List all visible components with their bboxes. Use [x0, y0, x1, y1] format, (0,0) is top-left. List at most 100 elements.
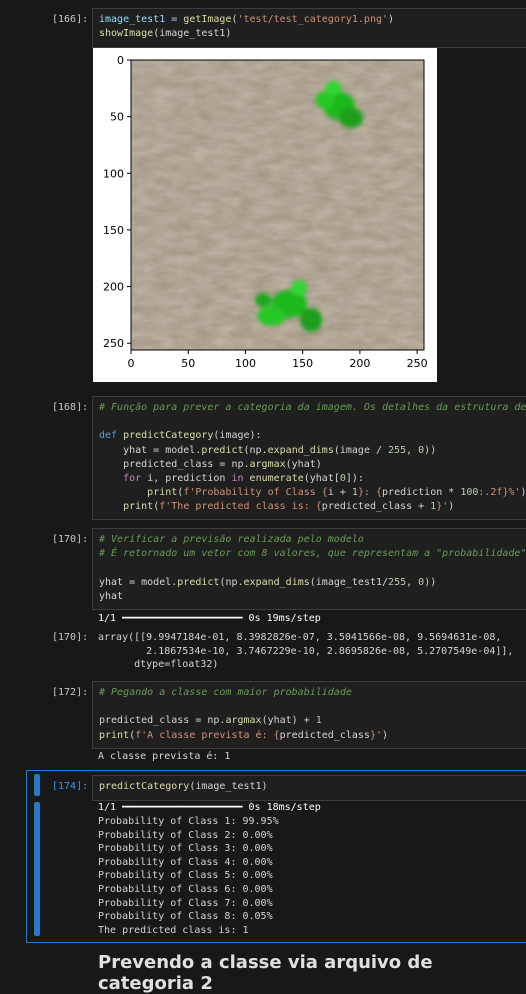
code-token: prediction *: [382, 487, 461, 499]
x-tick-label: 100: [235, 357, 256, 370]
y-tick-label: 50: [110, 111, 124, 124]
code-token: 100: [460, 487, 479, 499]
output-line: Probability of Class 3: 0.00%: [98, 843, 273, 855]
code-token: ): [520, 487, 526, 499]
code-token: :.2f}%': [478, 487, 521, 499]
code-token: expand_dims: [267, 444, 334, 456]
code-token: 255: [388, 576, 407, 588]
markdown-heading: Prevendo a classe via arquivo de categor…: [98, 952, 433, 994]
code-token: ): [388, 14, 395, 25]
code-line: yhat = model.predict(np.expand_dims(imag…: [99, 444, 521, 458]
code-token: (image /: [333, 444, 389, 456]
code-editor[interactable]: # Pegando a classe com maior probabilida…: [92, 681, 526, 749]
stdout-output: Probability of Class 1: 99.95% Probabilit…: [98, 815, 279, 937]
code-line: def predictCategory(image):: [99, 429, 521, 443]
code-token: f'A classe prevista é: {: [135, 729, 280, 741]
code-token: predict: [177, 576, 220, 588]
code-editor[interactable]: # Verificar a previsão realizada pelo mo…: [92, 528, 526, 610]
code-token: }': [436, 501, 449, 513]
code-line: predictCategory(image_test1): [99, 780, 521, 794]
code-token: i +: [327, 487, 352, 499]
code-token: ]):: [345, 473, 364, 485]
code-token: (image_test1): [189, 781, 268, 792]
code-token: predicted_class: [279, 729, 370, 741]
code-token: predict: [201, 444, 244, 456]
code-line: print(f'Probability of Class {i + 1}: {p…: [99, 486, 526, 500]
output-line: The predicted class is: 1: [98, 924, 249, 936]
y-tick-label: 150: [103, 224, 124, 237]
code-line: # Pegando a classe com maior probabilida…: [99, 686, 521, 700]
code-token: ,: [406, 444, 419, 456]
code-token: # É retornado um vetor com 8 valores, qu…: [99, 548, 526, 560]
code-token: i, prediction: [147, 473, 232, 485]
execution-count: [174]:: [52, 781, 89, 792]
code-line: # Função para prever a categoria da imag…: [99, 401, 526, 415]
progress-output: 1/1 ━━━━━━━━━━━━━━━━━━━━ 0s 18ms/step: [98, 802, 321, 813]
code-token: # Função para prever a categoria da imag…: [99, 402, 526, 413]
code-token: (np.: [219, 576, 244, 588]
output-execution-count: [170]:: [52, 632, 89, 643]
x-tick-label: 250: [407, 357, 428, 370]
output-line: Probability of Class 1: 99.95%: [98, 816, 279, 827]
code-token: enumerate: [249, 473, 304, 485]
y-tick-label: 100: [103, 167, 124, 180]
cell-collapse-bar[interactable]: [34, 774, 40, 796]
y-tick-label: 0: [117, 54, 124, 67]
code-line: for i, prediction in enumerate(yhat[0]):: [99, 472, 521, 486]
code-token: yhat: [99, 590, 124, 602]
code-token: f'The predicted class is: {: [159, 501, 322, 513]
execution-count: [166]:: [52, 14, 89, 25]
output-line: Probability of Class 8: 0.05%: [98, 911, 273, 923]
code-token: predicted_class = np.: [99, 715, 226, 727]
code-token: for: [123, 473, 148, 485]
code-token: predictCategory: [123, 430, 214, 442]
output-collapse-bar[interactable]: [34, 802, 40, 936]
code-line: # Verificar a previsão realizada pelo mo…: [99, 533, 521, 547]
code-token: f'Probability of Class {: [183, 487, 328, 499]
x-tick-label: 50: [181, 357, 195, 370]
output-line: Probability of Class 6: 0.00%: [98, 883, 273, 895]
code-token: image_test1 =: [99, 14, 184, 25]
code-token: # Pegando a classe com maior probabilida…: [99, 687, 352, 698]
code-token: # Verificar a previsão realizada pelo mo…: [99, 534, 364, 545]
code-line: yhat: [99, 590, 521, 604]
code-token: 1: [315, 715, 322, 727]
code-token: yhat = model.: [99, 576, 178, 588]
code-token: print: [99, 729, 130, 741]
code-token: predicted_class = np.: [99, 458, 250, 470]
output-line: Probability of Class 7: 0.00%: [98, 897, 273, 909]
code-token: }': [369, 729, 382, 741]
code-editor[interactable]: image_test1 = getImage('test/test_catego…: [92, 8, 526, 48]
code-token: )): [424, 444, 437, 456]
code-token: showImage: [99, 28, 154, 40]
code-editor[interactable]: # Função para prever a categoria da imag…: [92, 396, 526, 520]
x-tick-label: 200: [349, 357, 370, 370]
code-token: 'test/test_category1.png': [237, 14, 389, 25]
code-line: predicted_class = np.argmax(yhat) + 1: [99, 714, 521, 728]
code-token: (image_test1/: [309, 576, 389, 588]
code-line: yhat = model.predict(np.expand_dims(imag…: [99, 576, 521, 590]
code-token: (image):: [213, 430, 262, 442]
execution-count: [170]:: [52, 534, 89, 545]
code-token: (yhat): [285, 458, 322, 470]
code-line: predicted_class = np.argmax(yhat): [99, 458, 521, 472]
y-tick-label: 250: [103, 337, 124, 350]
output-line: Probability of Class 2: 0.00%: [98, 829, 273, 841]
y-tick-label: 200: [103, 281, 124, 294]
code-token: (np.: [243, 444, 268, 456]
code-token: predictCategory: [99, 781, 190, 792]
code-token: ): [448, 501, 455, 513]
code-token: def: [99, 430, 124, 442]
code-token: ,: [406, 576, 419, 588]
output-line: Probability of Class 5: 0.00%: [98, 870, 273, 882]
code-token: in: [231, 473, 250, 485]
code-token: yhat = model.: [99, 444, 202, 456]
code-token: (yhat) +: [261, 715, 316, 727]
code-token: argmax: [249, 458, 286, 470]
code-editor[interactable]: predictCategory(image_test1): [92, 775, 526, 801]
